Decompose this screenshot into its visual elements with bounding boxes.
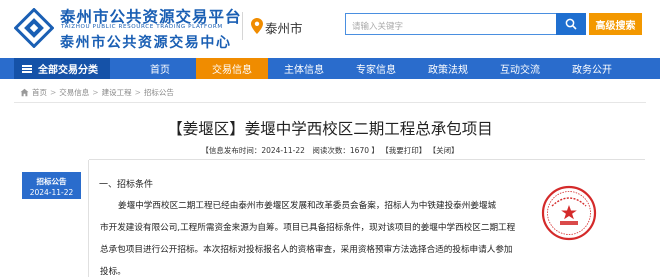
search-button[interactable]	[556, 13, 586, 35]
nav-item-expert-info[interactable]: 专家信息	[340, 58, 412, 79]
search-box	[345, 13, 586, 37]
header-divider	[242, 12, 243, 40]
breadcrumb-home[interactable]: 首页	[32, 87, 47, 98]
site-header: 泰州市公共资源交易平台 TAIZHOU PUBLIC RESOURCE TRAD…	[0, 0, 660, 56]
site-title-english: TAIZHOU PUBLIC RESOURCE TRADING PLATFORM	[61, 24, 223, 30]
title-divider	[89, 159, 645, 160]
paragraph-line: 总承包项目进行公开招标。本次招标对投标报名人的资格审查，采用资格预审方法选择合适…	[100, 245, 513, 255]
nav-item-gov-affairs[interactable]: 政务公开	[556, 58, 628, 79]
notice-badge-date: 2024-11-22	[29, 188, 74, 197]
nav-item-home[interactable]: 首页	[124, 58, 196, 79]
notice-badge-label: 招标公告	[36, 177, 67, 186]
close-link[interactable]: 【关闭】	[429, 146, 459, 155]
breadcrumb-separator: >	[92, 87, 99, 97]
all-categories-menu[interactable]: 全部交易分类	[14, 58, 110, 79]
site-subtitle: 泰州市公共资源交易中心	[60, 35, 232, 51]
seal-icon	[541, 185, 597, 241]
article-title: 【姜堰区】姜堰中学西校区二期工程总承包项目	[167, 120, 493, 138]
publish-info: 【信息发布时间：2024-11-22 阅读次数：1670 】	[201, 146, 379, 155]
nav-item-trade-info[interactable]: 交易信息	[196, 58, 268, 79]
home-icon	[20, 88, 29, 96]
article-meta: 【信息发布时间：2024-11-22 阅读次数：1670 】 【我要打印】 【关…	[0, 145, 660, 156]
breadcrumb-trade-info[interactable]: 交易信息	[59, 87, 89, 98]
content-divider	[88, 160, 89, 277]
search-input[interactable]	[346, 17, 586, 37]
nav-item-policy[interactable]: 政策法规	[412, 58, 484, 79]
breadcrumb: 首页 > 交易信息 > 建设工程 > 招标公告	[20, 86, 174, 98]
menu-icon	[22, 64, 32, 73]
breadcrumb-divider	[14, 102, 646, 103]
breadcrumb-separator: >	[134, 87, 141, 97]
print-link[interactable]: 【我要打印】	[381, 146, 426, 155]
logo-icon[interactable]	[14, 8, 54, 48]
notice-badge: 招标公告 2024-11-22	[22, 172, 81, 199]
paragraph-line: 市开发建设有限公司,工程所需资金来源为自筹。项目已具备招标条件，现对该项目的姜堰…	[100, 223, 516, 233]
paragraph-line: 姜堰中学西校区二期工程已经由泰州市姜堰区发展和改革委员会备案，招标人为中铁建投泰…	[118, 201, 497, 211]
paragraph-line: 投标。	[100, 267, 126, 277]
location-pin-icon	[251, 18, 263, 34]
main-nav: 全部交易分类 首页 交易信息 主体信息 专家信息 政策法规 互动交流 政务公开	[0, 58, 660, 79]
advanced-search-button[interactable]: 高级搜索	[589, 13, 642, 35]
nav-item-interaction[interactable]: 互动交流	[484, 58, 556, 79]
breadcrumb-construction[interactable]: 建设工程	[102, 87, 132, 98]
location-selector[interactable]: 泰州市	[265, 18, 303, 37]
breadcrumb-separator: >	[50, 87, 57, 97]
breadcrumb-tender-notice[interactable]: 招标公告	[144, 87, 174, 98]
search-icon	[565, 18, 577, 30]
section-heading: 一、招标条件	[99, 180, 154, 190]
article-paragraph: 姜堰中学西校区二期工程已经由泰州市姜堰区发展和改革委员会备案，招标人为中铁建投泰…	[100, 195, 570, 277]
nav-item-entity-info[interactable]: 主体信息	[268, 58, 340, 79]
all-categories-label: 全部交易分类	[38, 65, 98, 76]
